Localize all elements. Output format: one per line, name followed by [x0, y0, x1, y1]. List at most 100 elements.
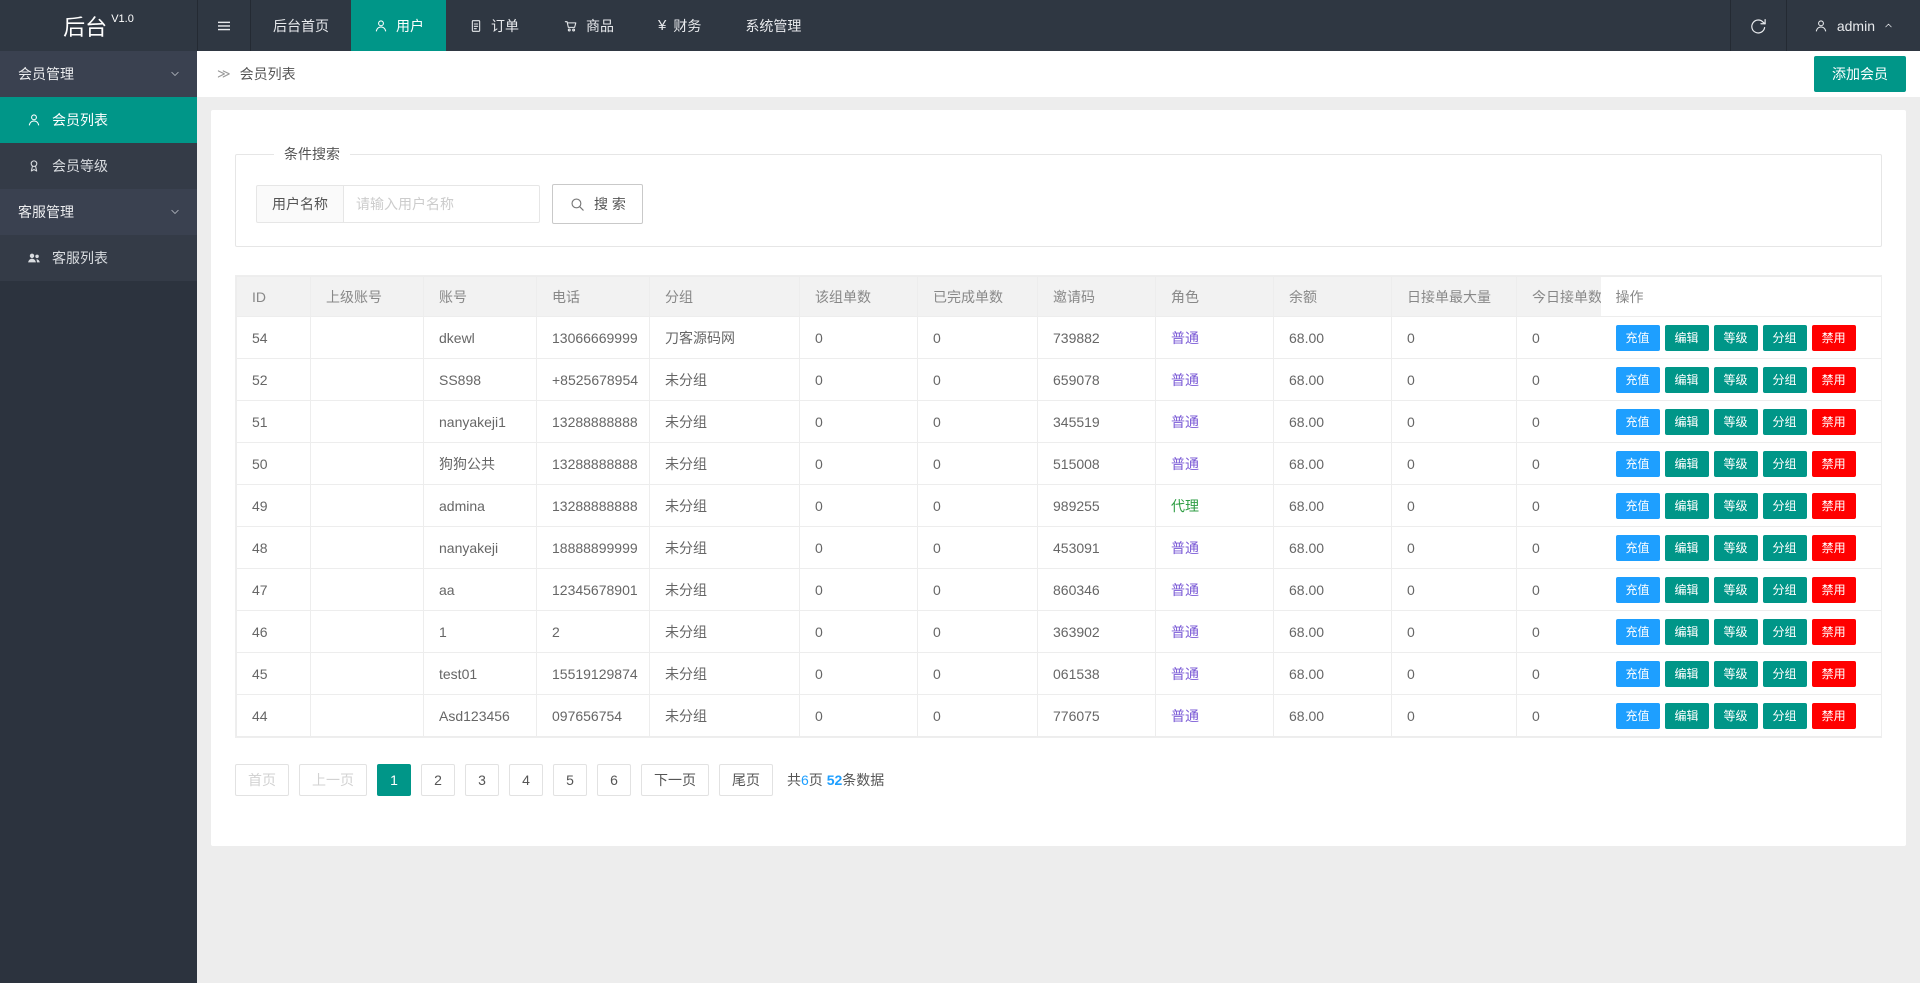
top-menu-users[interactable]: 用户	[351, 0, 446, 51]
yen-icon: ¥	[658, 18, 666, 34]
top-menu-finance[interactable]: ¥财务	[636, 0, 723, 51]
refresh-button[interactable]	[1730, 0, 1786, 51]
group-button[interactable]: 分组	[1763, 661, 1807, 687]
edit-button[interactable]: 编辑	[1665, 619, 1709, 645]
sidebar-item-service-list[interactable]: 客服列表	[0, 235, 197, 281]
level-button[interactable]: 等级	[1714, 535, 1758, 561]
cell-invite_code: 515008	[1038, 443, 1156, 485]
sidebar-nav: 会员管理会员列表会员等级客服管理客服列表	[0, 51, 197, 983]
edit-button[interactable]: 编辑	[1665, 703, 1709, 729]
group-button[interactable]: 分组	[1763, 535, 1807, 561]
edit-button[interactable]: 编辑	[1665, 409, 1709, 435]
disable-button[interactable]: 禁用	[1812, 619, 1856, 645]
level-button[interactable]: 等级	[1714, 703, 1758, 729]
page-last-button[interactable]: 尾页	[719, 764, 773, 796]
top-menu-orders[interactable]: 订单	[446, 0, 541, 51]
add-member-button[interactable]: 添加会员	[1814, 56, 1906, 92]
edit-button[interactable]: 编辑	[1665, 325, 1709, 351]
edit-button[interactable]: 编辑	[1665, 367, 1709, 393]
disable-button[interactable]: 禁用	[1812, 661, 1856, 687]
page-number-button-1[interactable]: 1	[377, 764, 411, 796]
disable-button[interactable]: 禁用	[1812, 325, 1856, 351]
recharge-button[interactable]: 充值	[1616, 493, 1660, 519]
disable-button[interactable]: 禁用	[1812, 367, 1856, 393]
level-button[interactable]: 等级	[1714, 325, 1758, 351]
page-number-button-6[interactable]: 6	[597, 764, 631, 796]
group-button[interactable]: 分组	[1763, 409, 1807, 435]
level-button[interactable]: 等级	[1714, 493, 1758, 519]
group-button[interactable]: 分组	[1763, 367, 1807, 393]
sidebar-group-member-management[interactable]: 会员管理	[0, 51, 197, 97]
page-number-button-5[interactable]: 5	[553, 764, 587, 796]
group-button[interactable]: 分组	[1763, 577, 1807, 603]
level-button[interactable]: 等级	[1714, 409, 1758, 435]
group-button[interactable]: 分组	[1763, 451, 1807, 477]
cell-group_orders: 0	[800, 443, 918, 485]
role-link[interactable]: 普通	[1171, 414, 1199, 430]
cell-balance: 68.00	[1274, 611, 1392, 653]
role-link[interactable]: 普通	[1171, 666, 1199, 682]
role-link[interactable]: 普通	[1171, 372, 1199, 388]
group-button[interactable]: 分组	[1763, 703, 1807, 729]
page-number-button-2[interactable]: 2	[421, 764, 455, 796]
group-button[interactable]: 分组	[1763, 325, 1807, 351]
recharge-button[interactable]: 充值	[1616, 325, 1660, 351]
edit-button[interactable]: 编辑	[1665, 535, 1709, 561]
level-button[interactable]: 等级	[1714, 367, 1758, 393]
disable-button[interactable]: 禁用	[1812, 451, 1856, 477]
level-button[interactable]: 等级	[1714, 451, 1758, 477]
cell-account: nanyakeji	[424, 527, 537, 569]
search-row: 用户名称 搜 索	[256, 184, 1861, 224]
role-link[interactable]: 代理	[1171, 498, 1199, 514]
edit-button[interactable]: 编辑	[1665, 493, 1709, 519]
recharge-button[interactable]: 充值	[1616, 703, 1660, 729]
collapse-menu-button[interactable]	[197, 0, 251, 51]
cell-parent_account	[311, 443, 424, 485]
breadcrumb-bar: ≫ 会员列表 添加会员	[197, 51, 1920, 97]
search-button[interactable]: 搜 索	[552, 184, 643, 224]
edit-button[interactable]: 编辑	[1665, 451, 1709, 477]
recharge-button[interactable]: 充值	[1616, 409, 1660, 435]
role-link[interactable]: 普通	[1171, 540, 1199, 556]
disable-button[interactable]: 禁用	[1812, 703, 1856, 729]
disable-button[interactable]: 禁用	[1812, 535, 1856, 561]
recharge-button[interactable]: 充值	[1616, 577, 1660, 603]
sidebar-item-member-list[interactable]: 会员列表	[0, 97, 197, 143]
disable-button[interactable]: 禁用	[1812, 577, 1856, 603]
recharge-button[interactable]: 充值	[1616, 367, 1660, 393]
page-number-button-4[interactable]: 4	[509, 764, 543, 796]
recharge-button[interactable]: 充值	[1616, 619, 1660, 645]
cell-role: 普通	[1156, 569, 1274, 611]
level-button[interactable]: 等级	[1714, 619, 1758, 645]
recharge-button[interactable]: 充值	[1616, 535, 1660, 561]
top-menu-goods[interactable]: 商品	[541, 0, 636, 51]
table-scroll-container[interactable]: ID上级账号账号电话分组该组单数已完成单数邀请码角色余额日接单最大量今日接单数量…	[235, 275, 1882, 738]
page-number-button-3[interactable]: 3	[465, 764, 499, 796]
username-search-input[interactable]	[344, 185, 540, 223]
cell-role: 普通	[1156, 653, 1274, 695]
top-menu-home[interactable]: 后台首页	[251, 0, 351, 51]
disable-button[interactable]: 禁用	[1812, 409, 1856, 435]
recharge-button[interactable]: 充值	[1616, 661, 1660, 687]
group-button[interactable]: 分组	[1763, 619, 1807, 645]
main-area: ≫ 会员列表 添加会员 条件搜索 用户名称 搜 索	[197, 51, 1920, 983]
edit-button[interactable]: 编辑	[1665, 577, 1709, 603]
level-button[interactable]: 等级	[1714, 577, 1758, 603]
role-link[interactable]: 普通	[1171, 456, 1199, 472]
level-button[interactable]: 等级	[1714, 661, 1758, 687]
role-link[interactable]: 普通	[1171, 330, 1199, 346]
page-next-button[interactable]: 下一页	[641, 764, 709, 796]
disable-button[interactable]: 禁用	[1812, 493, 1856, 519]
recharge-button[interactable]: 充值	[1616, 451, 1660, 477]
sidebar-item-member-level[interactable]: 会员等级	[0, 143, 197, 189]
role-link[interactable]: 普通	[1171, 624, 1199, 640]
user-menu[interactable]: admin	[1786, 0, 1920, 51]
edit-button[interactable]: 编辑	[1665, 661, 1709, 687]
group-button[interactable]: 分组	[1763, 493, 1807, 519]
role-link[interactable]: 普通	[1171, 582, 1199, 598]
sidebar-group-service-management[interactable]: 客服管理	[0, 189, 197, 235]
role-link[interactable]: 普通	[1171, 708, 1199, 724]
cell-id: 51	[237, 401, 311, 443]
user-icon	[26, 112, 42, 128]
top-menu-system[interactable]: 系统管理	[723, 0, 823, 51]
